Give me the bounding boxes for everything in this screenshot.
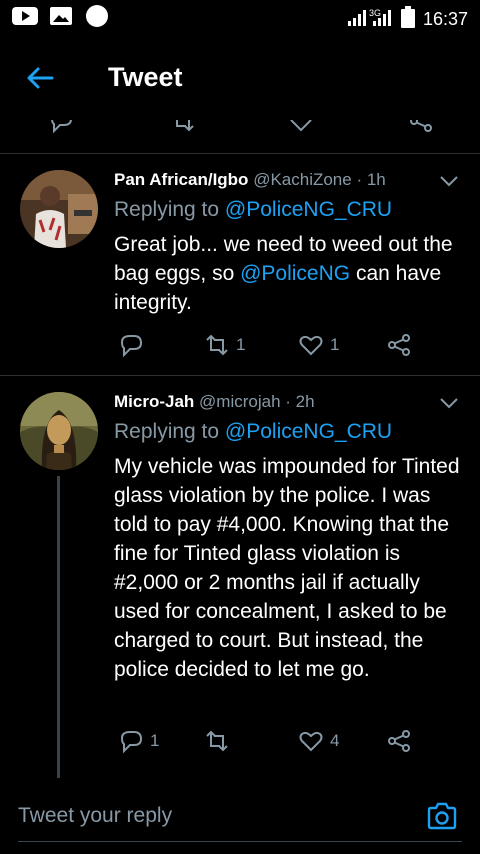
share-button[interactable] <box>386 728 412 754</box>
reply-icon <box>120 335 143 358</box>
handle[interactable]: @KachiZone <box>253 170 352 189</box>
gallery-icon <box>48 5 74 27</box>
app-bar: Tweet <box>0 36 480 120</box>
like-count: 4 <box>330 731 340 750</box>
body-mention[interactable]: @PoliceNG <box>240 262 350 285</box>
thread-line <box>57 476 60 778</box>
circle-icon <box>84 5 110 27</box>
tweet-header: Micro-Jah @microjah · 2h <box>114 392 315 412</box>
like-icon <box>299 731 323 752</box>
share-icon[interactable] <box>408 120 434 134</box>
reply-count: 1 <box>150 731 160 750</box>
tweet-microjah[interactable]: Micro-Jah @microjah · 2h Replying to @Po… <box>0 376 480 778</box>
back-button[interactable] <box>22 60 58 96</box>
battery-icon <box>400 6 415 33</box>
replying-prefix: Replying to <box>114 198 225 221</box>
body-text: My vehicle was impounded for Tinted glas… <box>114 455 460 681</box>
arrow-left-icon <box>27 67 54 89</box>
separator: · <box>351 170 367 189</box>
replying-mention[interactable]: @PoliceNG_CRU <box>225 198 392 221</box>
reply-placeholder[interactable]: Tweet your reply <box>18 804 172 828</box>
reply-button[interactable] <box>118 332 150 358</box>
svg-text:3G: 3G <box>369 8 381 18</box>
like-count: 1 <box>330 335 340 354</box>
retweet-icon <box>206 334 228 356</box>
chevron-down-icon[interactable] <box>438 392 460 414</box>
tweet-kachizone[interactable]: Pan African/Igbo @KachiZone · 1h Replyin… <box>0 154 480 376</box>
tweet-body: My vehicle was impounded for Tinted glas… <box>114 452 466 684</box>
share-button[interactable] <box>386 332 412 358</box>
retweet-count: 1 <box>236 335 246 354</box>
avatar[interactable] <box>20 392 98 470</box>
tweet-actions: 1 1 <box>114 332 424 360</box>
replying-to: Replying to @PoliceNG_CRU <box>114 198 392 222</box>
share-icon <box>388 730 410 752</box>
camera-icon[interactable] <box>426 800 458 832</box>
signal-icon: 3G <box>347 7 393 32</box>
replying-to: Replying to @PoliceNG_CRU <box>114 420 392 444</box>
timestamp: 2h <box>295 392 315 411</box>
tweet-body: Great job... we need to weed out the bag… <box>114 230 466 317</box>
timestamp: 1h <box>366 170 386 189</box>
retweet-button[interactable] <box>204 728 236 754</box>
like-button[interactable]: 1 <box>298 332 339 358</box>
reply-input[interactable]: Tweet your reply <box>18 796 462 842</box>
reply-icon <box>120 731 143 754</box>
youtube-icon <box>12 5 38 27</box>
previous-tweet-actions <box>0 120 480 154</box>
like-button[interactable]: 4 <box>298 728 339 754</box>
retweet-icon <box>206 730 228 752</box>
avatar[interactable] <box>20 170 98 248</box>
replying-mention[interactable]: @PoliceNG_CRU <box>225 420 392 443</box>
share-icon <box>388 334 410 356</box>
status-time: 16:37 <box>422 9 468 29</box>
status-bar: 3G 16:37 <box>0 0 480 36</box>
display-name[interactable]: Pan African/Igbo <box>114 170 248 189</box>
handle[interactable]: @microjah <box>199 392 281 411</box>
tweet-actions: 1 4 <box>114 728 424 756</box>
tweet-header: Pan African/Igbo @KachiZone · 1h <box>114 170 386 190</box>
page-title: Tweet <box>108 62 183 92</box>
chevron-down-icon[interactable] <box>438 170 460 192</box>
reply-icon[interactable] <box>48 120 74 134</box>
reply-bar: Tweet your reply <box>0 778 480 854</box>
replying-prefix: Replying to <box>114 420 225 443</box>
display-name[interactable]: Micro-Jah <box>114 392 194 411</box>
retweet-icon[interactable] <box>170 120 196 134</box>
separator: · <box>280 392 296 411</box>
like-icon[interactable] <box>288 120 314 134</box>
reply-button[interactable]: 1 <box>118 728 159 754</box>
like-icon <box>299 335 323 356</box>
retweet-button[interactable]: 1 <box>204 332 245 358</box>
